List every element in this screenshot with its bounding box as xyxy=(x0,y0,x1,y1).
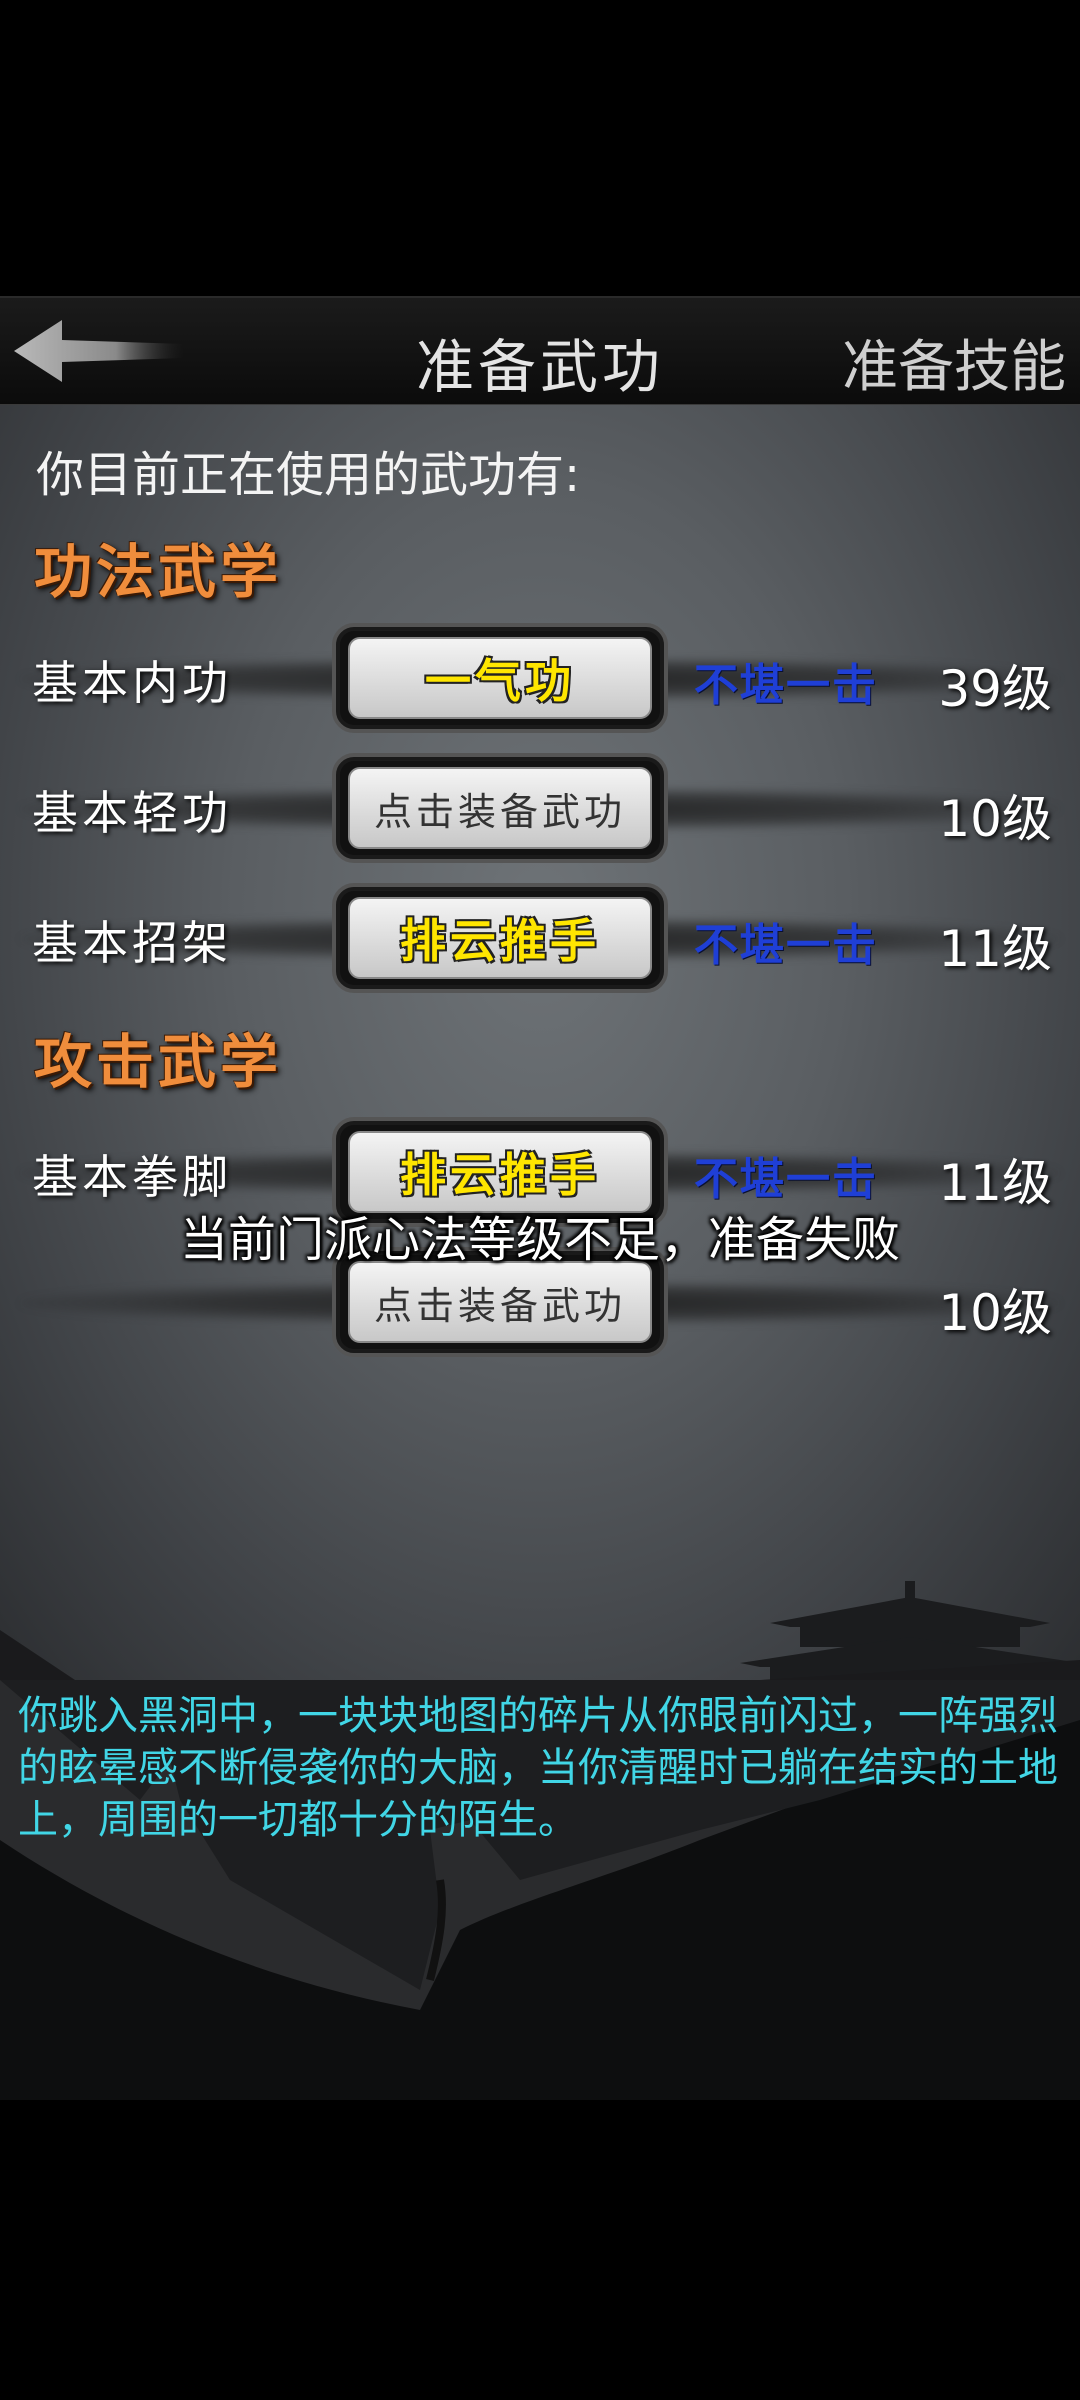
top-bar: 准备武功 准备技能 xyxy=(0,296,1080,407)
equip-prompt: 点击装备武功 xyxy=(373,789,626,834)
section-title-attack: 攻击武学 xyxy=(34,1028,283,1096)
story-text: 你跳入黑洞中，一块块地图的碎片从你眼前闪过，一阵强烈的眩晕感不断侵袭你的大脑，当… xyxy=(18,1693,1058,1843)
equip-slot-button[interactable]: 排云推手 xyxy=(332,883,668,993)
equip-slot-button[interactable]: 点击装备武功 xyxy=(332,753,668,863)
game-screen: 准备武功 准备技能 你目前正在使用的武功有: 功法武学 基本内功 一气功 不堪一… xyxy=(0,0,1080,2400)
section-title-internal: 功法武学 xyxy=(34,538,283,606)
intro-text: 你目前正在使用的武功有: xyxy=(36,447,581,503)
toast-message: 当前门派心法等级不足，准备失败 xyxy=(179,1212,900,1268)
skill-rank: 不堪一击 xyxy=(694,1154,878,1205)
skill-row-label: 基本招架 xyxy=(32,916,232,970)
skill-level: 11级 xyxy=(938,920,1052,978)
skill-row-internal: 基本内功 一气功 不堪一击 39级 xyxy=(0,623,1080,733)
equipped-skill-name: 排云推手 xyxy=(400,1148,600,1202)
martial-arts-panel: 你目前正在使用的武功有: 功法武学 基本内功 一气功 不堪一击 39级 基本轻功… xyxy=(0,405,1080,1680)
skill-rank: 不堪一击 xyxy=(694,660,878,711)
skill-level: 10级 xyxy=(938,790,1052,848)
skill-level: 39级 xyxy=(938,660,1052,718)
skill-row-lightness: 基本轻功 点击装备武功 10级 xyxy=(0,753,1080,863)
skill-row-label: 基本轻功 xyxy=(32,786,232,840)
skill-row-label: 基本内功 xyxy=(32,656,232,710)
tab-prepare-skill[interactable]: 准备技能 xyxy=(842,322,1066,403)
equipped-skill-name: 排云推手 xyxy=(400,914,600,968)
equip-slot-button[interactable]: 一气功 xyxy=(332,623,668,733)
story-panel: 你跳入黑洞中，一块块地图的碎片从你眼前闪过，一阵强烈的眩晕感不断侵袭你的大脑，当… xyxy=(0,1680,1080,2100)
mountain-silhouette xyxy=(0,1630,1080,1680)
skill-row-parry: 基本招架 排云推手 不堪一击 11级 xyxy=(0,883,1080,993)
skill-rank: 不堪一击 xyxy=(694,920,878,971)
skill-row-label: 基本拳脚 xyxy=(32,1150,232,1204)
equip-prompt: 点击装备武功 xyxy=(373,1283,626,1328)
skill-level: 10级 xyxy=(938,1284,1052,1342)
equipped-skill-name: 一气功 xyxy=(425,654,575,708)
